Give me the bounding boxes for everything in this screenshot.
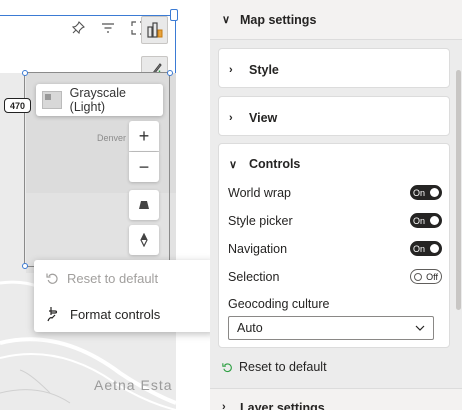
visual-header	[68, 18, 148, 38]
selection-row: Selection Off	[228, 269, 442, 284]
navigation-toggle[interactable]: On	[410, 241, 442, 256]
zoom-in-button[interactable]: +	[129, 121, 159, 151]
build-visual-icon	[146, 22, 162, 38]
resize-handle[interactable]	[167, 70, 173, 76]
world-wrap-toggle[interactable]: On	[410, 185, 442, 200]
style-picker-toggle[interactable]: On	[410, 213, 442, 228]
report-canvas: 470 Grayscale (Light) Denver + − Aetna E…	[0, 0, 210, 410]
style-picker-button[interactable]: Grayscale (Light)	[36, 84, 163, 116]
controls-card-header[interactable]: ∨ Controls	[219, 144, 449, 184]
reset-to-default-menu-item[interactable]: Reset to default	[46, 271, 158, 286]
world-wrap-label: World wrap	[228, 185, 291, 200]
chevron-right-icon: ›	[222, 401, 226, 410]
pitch-icon	[139, 201, 149, 209]
geocoding-culture-label: Geocoding culture	[228, 297, 330, 311]
chevron-down-icon	[415, 325, 425, 331]
reset-menu-label: Reset to default	[67, 271, 159, 286]
filter-icon[interactable]	[98, 18, 118, 38]
layer-settings-label: Layer settings	[240, 401, 325, 410]
map-label-denver: Denver	[97, 133, 127, 143]
selection-toggle[interactable]: Off	[410, 269, 442, 284]
pin-icon[interactable]	[68, 18, 88, 38]
pitch-button[interactable]	[129, 190, 159, 220]
style-card-label: Style	[249, 63, 279, 77]
style-card[interactable]: › Style	[218, 48, 450, 88]
style-swatch-icon	[42, 91, 62, 109]
geocoding-culture-dropdown[interactable]: Auto	[228, 316, 434, 340]
reset-to-default-link[interactable]: Reset to default	[222, 360, 327, 374]
toggle-knob	[430, 188, 439, 197]
highway-shield: 470	[4, 98, 31, 113]
map-settings-header[interactable]: ∨ Map settings	[210, 0, 462, 40]
resize-handle[interactable]	[22, 70, 28, 76]
build-visual-button[interactable]	[141, 16, 168, 44]
minus-icon: −	[138, 156, 150, 177]
toggle-state: Off	[426, 271, 438, 282]
toggle-knob	[414, 272, 422, 281]
resize-handle[interactable]	[22, 263, 28, 269]
pane-scrollbar[interactable]	[456, 70, 461, 310]
toggle-knob	[430, 216, 439, 225]
navigation-label: Navigation	[228, 241, 288, 256]
world-wrap-row: World wrap On	[228, 185, 442, 200]
reset-icon	[222, 362, 232, 372]
layer-settings-header[interactable]: › Layer settings	[210, 388, 462, 410]
format-controls-menu-item[interactable]: Format controls	[46, 306, 160, 322]
resize-handle[interactable]	[170, 9, 178, 21]
geocoding-culture-value: Auto	[237, 321, 263, 335]
chevron-right-icon: ›	[229, 112, 233, 124]
chevron-down-icon: ∨	[229, 158, 238, 171]
map-settings-label: Map settings	[240, 12, 317, 27]
style-picker-row: Style picker On	[228, 213, 442, 228]
toggle-state: On	[413, 215, 426, 226]
zoom-out-button[interactable]: −	[129, 152, 159, 182]
reset-icon	[46, 273, 58, 284]
compass-button[interactable]	[129, 225, 159, 255]
controls-card-label: Controls	[249, 157, 301, 171]
toggle-state: On	[413, 187, 426, 198]
chevron-down-icon: ∨	[222, 14, 231, 26]
format-pane: ∨ Map settings › Style › View ∨ Controls…	[210, 0, 462, 410]
plus-icon: +	[138, 125, 150, 146]
map-label-aetna: Aetna Esta	[94, 377, 173, 393]
style-picker-setting-label: Style picker	[228, 213, 293, 228]
chevron-right-icon: ›	[229, 64, 233, 76]
view-card-label: View	[249, 111, 278, 125]
selection-label: Selection	[228, 269, 280, 284]
view-card[interactable]: › View	[218, 96, 450, 136]
visual-context-menu: Reset to default Format controls	[34, 260, 210, 332]
toggle-state: On	[413, 243, 426, 254]
navigation-row: Navigation On	[228, 241, 442, 256]
format-menu-label: Format controls	[70, 306, 161, 322]
reset-label: Reset to default	[239, 360, 327, 374]
compass-icon	[140, 233, 148, 247]
style-picker-label: Grayscale (Light)	[69, 86, 126, 114]
format-brush-icon	[47, 307, 58, 322]
controls-card: ∨ Controls World wrap On Style picker On…	[218, 143, 450, 348]
toggle-knob	[430, 244, 439, 253]
